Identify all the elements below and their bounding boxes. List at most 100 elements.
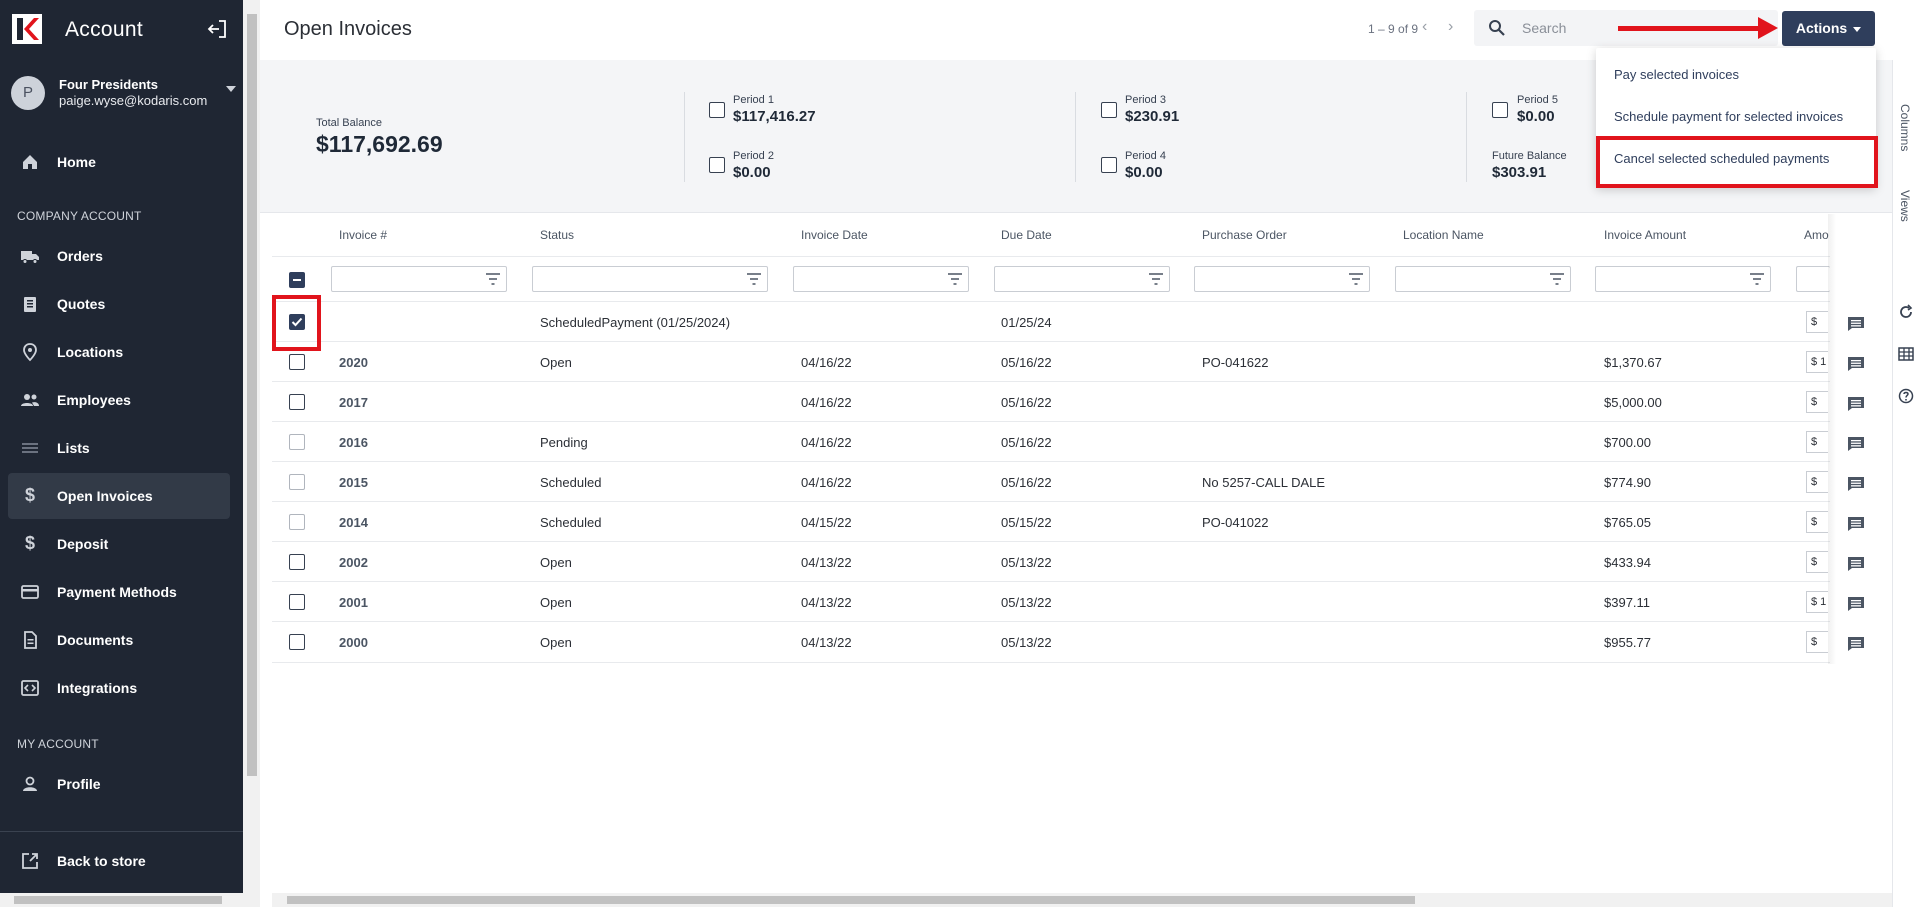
filter-icon[interactable] xyxy=(747,273,761,285)
row-checkbox[interactable] xyxy=(289,514,305,530)
cell-invoice-number[interactable]: 2020 xyxy=(339,355,368,370)
filter-status[interactable] xyxy=(532,266,768,292)
column-header-amount[interactable]: Amo xyxy=(1804,228,1829,242)
comment-icon[interactable] xyxy=(1847,596,1865,612)
sidebar-scrollbar-thumb[interactable] xyxy=(247,14,257,776)
menu-item-schedule-payment[interactable]: Schedule payment for selected invoices xyxy=(1614,109,1843,124)
cell-invoice-number[interactable]: 2017 xyxy=(339,395,368,410)
amount-input[interactable]: $ 1 xyxy=(1806,591,1828,613)
chevron-down-icon[interactable] xyxy=(226,86,236,92)
column-header-invoice[interactable]: Invoice # xyxy=(339,228,387,242)
cell-invoice-number[interactable]: 2016 xyxy=(339,435,368,450)
column-header-status[interactable]: Status xyxy=(540,228,574,242)
amount-input[interactable]: $ xyxy=(1806,631,1828,653)
comment-icon[interactable] xyxy=(1847,396,1865,412)
cell-invoice-number[interactable]: 2002 xyxy=(339,555,368,570)
cell-invoice-number[interactable]: 2000 xyxy=(339,635,368,650)
amount-input[interactable]: $ xyxy=(1806,471,1828,493)
comment-icon[interactable] xyxy=(1847,516,1865,532)
sidebar-item-integrations[interactable]: Integrations xyxy=(8,665,230,711)
row-checkbox[interactable] xyxy=(289,434,305,450)
sidebar-item-deposit[interactable]: $ Deposit xyxy=(8,521,230,567)
columns-panel-toggle[interactable]: Columns xyxy=(1898,104,1912,151)
row-checkbox[interactable] xyxy=(289,554,305,570)
filter-icon[interactable] xyxy=(1750,273,1764,285)
column-header-invoice-amount[interactable]: Invoice Amount xyxy=(1604,228,1686,242)
row-checkbox[interactable] xyxy=(289,354,305,370)
amount-input[interactable]: $ xyxy=(1806,391,1828,413)
cell-invoice-number[interactable]: 2015 xyxy=(339,475,368,490)
sidebar-item-payment-methods[interactable]: Payment Methods xyxy=(8,569,230,615)
comment-icon[interactable] xyxy=(1847,436,1865,452)
sidebar-item-open-invoices[interactable]: $ Open Invoices xyxy=(8,473,230,519)
column-header-location-name[interactable]: Location Name xyxy=(1403,228,1484,242)
row-checkbox[interactable] xyxy=(289,474,305,490)
grid-icon[interactable] xyxy=(1898,346,1914,362)
views-panel-toggle[interactable]: Views xyxy=(1898,190,1912,222)
comment-icon[interactable] xyxy=(1847,316,1865,332)
filter-icon[interactable] xyxy=(948,273,962,285)
highlight-box-cancel-scheduled xyxy=(1596,136,1878,188)
sidebar-horizontal-scrollbar-thumb[interactable] xyxy=(14,896,222,904)
period-3-checkbox[interactable] xyxy=(1101,102,1117,118)
period-2-checkbox[interactable] xyxy=(709,157,725,173)
comment-icon[interactable] xyxy=(1847,636,1865,652)
period-3-label: Period 3 xyxy=(1125,94,1166,106)
sidebar-item-home[interactable]: Home xyxy=(8,139,230,185)
row-checkbox[interactable] xyxy=(289,594,305,610)
amount-input[interactable]: $ 1 xyxy=(1806,351,1828,373)
column-header-purchase-order[interactable]: Purchase Order xyxy=(1202,228,1287,242)
cell-invoice-number[interactable]: 2001 xyxy=(339,595,368,610)
column-header-invoice-date[interactable]: Invoice Date xyxy=(801,228,868,242)
filter-amount[interactable] xyxy=(1796,266,1830,292)
row-checkbox[interactable] xyxy=(289,394,305,410)
filter-invoice-amount[interactable] xyxy=(1595,266,1771,292)
next-page-icon[interactable]: › xyxy=(1448,18,1453,36)
row-checkbox[interactable] xyxy=(289,634,305,650)
filter-icon[interactable] xyxy=(486,273,500,285)
period-4-checkbox[interactable] xyxy=(1101,157,1117,173)
amount-input[interactable]: $ xyxy=(1806,311,1828,333)
row-divider xyxy=(272,581,1830,582)
filter-icon[interactable] xyxy=(1149,273,1163,285)
amount-input[interactable]: $ xyxy=(1806,551,1828,573)
sidebar-item-lists[interactable]: Lists xyxy=(8,425,230,471)
refresh-icon[interactable] xyxy=(1898,304,1914,320)
period-5-checkbox[interactable] xyxy=(1492,102,1508,118)
amount-input[interactable]: $ xyxy=(1806,511,1828,533)
actions-button[interactable]: Actions xyxy=(1782,11,1875,46)
comment-icon[interactable] xyxy=(1847,556,1865,572)
sidebar-item-employees[interactable]: Employees xyxy=(8,377,230,423)
period-1-checkbox[interactable] xyxy=(709,102,725,118)
select-all-checkbox[interactable] xyxy=(289,272,305,288)
filter-invoice-date[interactable] xyxy=(793,266,969,292)
filter-icon[interactable] xyxy=(1349,273,1363,285)
filter-location-name[interactable] xyxy=(1395,266,1571,292)
cell-due-date: 05/16/22 xyxy=(1001,435,1052,450)
back-to-store-link[interactable]: Back to store xyxy=(8,838,230,884)
comment-icon[interactable] xyxy=(1847,476,1865,492)
sidebar-item-documents[interactable]: Documents xyxy=(8,617,230,663)
account-switcher[interactable]: P Four Presidents paige.wyse@kodaris.com xyxy=(0,72,243,116)
cell-invoice-date: 04/16/22 xyxy=(801,475,852,490)
cell-invoice-number[interactable]: 2014 xyxy=(339,515,368,530)
sidebar-item-quotes[interactable]: Quotes xyxy=(8,281,230,327)
sidebar-item-orders[interactable]: Orders xyxy=(8,233,230,279)
sidebar-item-locations[interactable]: Locations xyxy=(8,329,230,375)
prev-page-icon[interactable]: ‹ xyxy=(1422,18,1427,36)
filter-purchase-order[interactable] xyxy=(1194,266,1370,292)
sidebar-item-profile[interactable]: Profile xyxy=(8,761,230,807)
cell-invoice-date: 04/15/22 xyxy=(801,515,852,530)
collapse-sidebar-icon[interactable] xyxy=(206,18,228,40)
menu-item-pay-selected[interactable]: Pay selected invoices xyxy=(1614,67,1739,82)
help-icon[interactable] xyxy=(1898,388,1914,404)
column-header-due-date[interactable]: Due Date xyxy=(1001,228,1052,242)
avatar: P xyxy=(11,76,45,110)
filter-icon[interactable] xyxy=(1550,273,1564,285)
highlight-box-row-checkbox xyxy=(272,295,321,351)
filter-due-date[interactable] xyxy=(994,266,1170,292)
grid-horizontal-scrollbar-thumb[interactable] xyxy=(287,896,1415,904)
comment-icon[interactable] xyxy=(1847,356,1865,372)
filter-invoice[interactable] xyxy=(331,266,507,292)
amount-input[interactable]: $ xyxy=(1806,431,1828,453)
